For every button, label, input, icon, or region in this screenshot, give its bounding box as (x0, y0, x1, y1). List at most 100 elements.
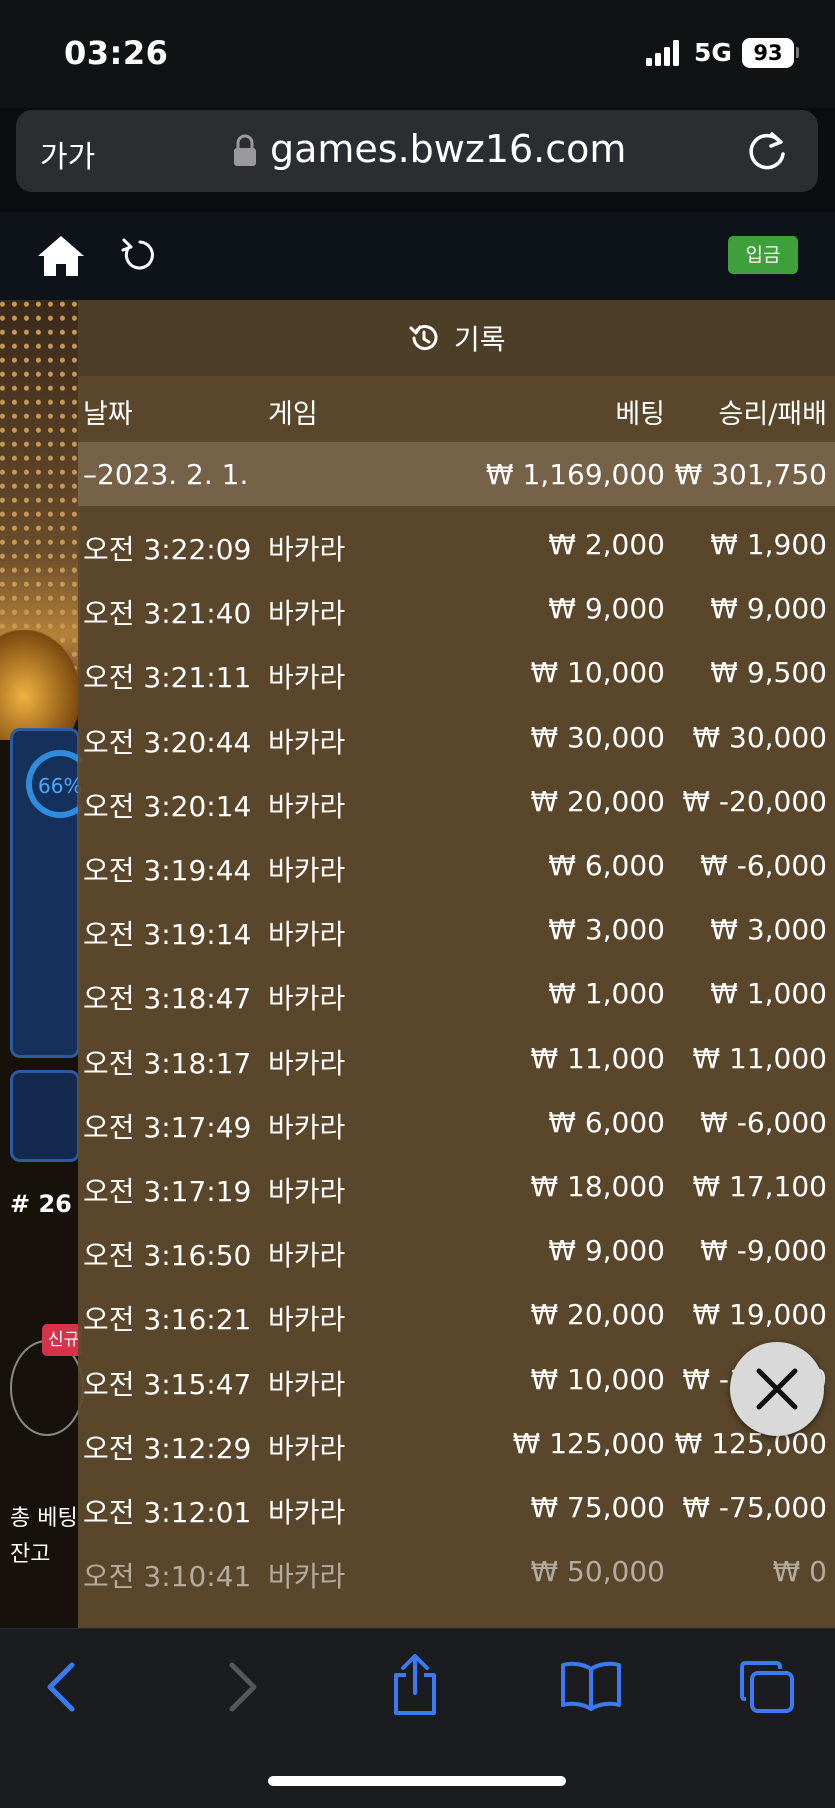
row-game: 바카라 (268, 1046, 346, 1080)
home-icon[interactable] (36, 234, 86, 278)
history-row: 오전 3:17:49 바카라 ₩ 6,000 ₩ -6,000 (78, 1090, 835, 1154)
column-win-loss: 승리/패배 (718, 399, 827, 430)
row-time: 오전 3:18:47 (83, 982, 252, 1016)
text-size-button[interactable]: 가가 (40, 132, 95, 176)
row-bet: ₩ 3,000 (548, 913, 665, 947)
tabs-icon[interactable] (738, 1659, 796, 1715)
history-row: 오전 3:21:11 바카라 ₩ 10,000 ₩ 9,500 (78, 640, 835, 704)
row-win-loss: ₩ 3,000 (710, 913, 827, 947)
row-time: 오전 3:21:11 (83, 661, 252, 695)
row-game: 바카라 (268, 789, 346, 823)
row-game: 바카라 (268, 1110, 346, 1144)
share-icon[interactable] (390, 1653, 440, 1717)
row-bet: ₩ 1,000 (548, 977, 665, 1011)
gold-decoration (0, 630, 80, 740)
row-win-loss: ₩ -20,000 (682, 784, 827, 818)
history-row: 오전 3:18:47 바카라 ₩ 1,000 ₩ 1,000 (78, 961, 835, 1025)
history-icon (409, 325, 438, 351)
row-bet: ₩ 50,000 (530, 1555, 665, 1589)
row-win-loss: ₩ -75,000 (682, 1491, 827, 1524)
close-button[interactable] (730, 1342, 824, 1436)
row-win-loss: ₩ 0 (772, 1555, 827, 1589)
row-game: 바카라 (268, 1239, 346, 1273)
row-bet: ₩ 20,000 (530, 1298, 665, 1332)
battery-icon: 93 (742, 38, 794, 68)
status-time: 03:26 (64, 34, 169, 72)
row-game: 바카라 (268, 597, 346, 631)
history-row: 오전 3:20:14 바카라 ₩ 20,000 ₩ -20,000 (78, 769, 835, 833)
history-column-headers: 날짜 게임 베팅 승리/패배 (78, 388, 835, 436)
summary-date: –2023. 2. 1. (83, 458, 249, 491)
row-game: 바카라 (268, 918, 346, 952)
row-win-loss: ₩ 9,500 (710, 656, 827, 690)
reload-icon[interactable] (744, 128, 790, 174)
history-title: 기록 (454, 323, 506, 356)
summary-bet: ₩ 1,169,000 (485, 458, 665, 491)
date-summary-row[interactable]: –2023. 2. 1. ₩ 1,169,000 ₩ 301,750 (78, 442, 835, 506)
refresh-icon[interactable] (120, 234, 158, 274)
history-row: 오전 3:10:41 바카라 ₩ 50,000 ₩ 0 (78, 1539, 835, 1603)
history-row: 오전 3:20:44 바카라 ₩ 30,000 ₩ 30,000 (78, 705, 835, 769)
deposit-button[interactable]: 입금 (728, 236, 798, 274)
summary-win-loss: ₩ 301,750 (674, 458, 827, 491)
url-text[interactable]: games.bwz16.com (270, 127, 626, 171)
row-win-loss: ₩ 30,000 (692, 720, 827, 754)
history-panel: 기록 날짜 게임 베팅 승리/패배 –2023. 2. 1. ₩ 1,169,0… (78, 300, 835, 1628)
history-row: 오전 3:22:09 바카라 ₩ 2,000 ₩ 1,900 (78, 512, 835, 576)
row-win-loss: ₩ 11,000 (692, 1041, 827, 1075)
history-row: 오전 3:12:29 바카라 ₩ 125,000 ₩ 125,000 (78, 1411, 835, 1475)
bet-panel-secondary[interactable] (10, 1070, 80, 1162)
total-bet-label: 총 베팅 (10, 1506, 78, 1531)
battery-nub (796, 47, 799, 58)
row-time: 오전 3:16:21 (83, 1303, 252, 1337)
bookmarks-icon[interactable] (560, 1659, 622, 1711)
back-icon[interactable] (42, 1659, 82, 1715)
row-bet: ₩ 10,000 (530, 1362, 665, 1396)
row-time: 오전 3:12:01 (83, 1496, 252, 1529)
row-time: 오전 3:20:44 (83, 725, 252, 759)
row-win-loss: ₩ 19,000 (692, 1298, 827, 1332)
signal-icon (646, 40, 680, 66)
row-bet: ₩ 30,000 (530, 720, 665, 754)
row-win-loss: ₩ -6,000 (700, 849, 827, 882)
row-time: 오전 3:20:14 (83, 789, 252, 823)
row-time: 오전 3:16:50 (83, 1239, 252, 1273)
row-time: 오전 3:19:14 (83, 918, 252, 952)
row-time: 오전 3:22:09 (83, 533, 252, 566)
row-bet: ₩ 75,000 (530, 1491, 665, 1524)
history-row: 오전 3:18:17 바카라 ₩ 11,000 ₩ 11,000 (78, 1026, 835, 1090)
history-row: 오전 3:17:19 바카라 ₩ 18,000 ₩ 17,100 (78, 1154, 835, 1218)
row-game: 바카라 (268, 1367, 346, 1401)
row-time: 오전 3:17:49 (83, 1110, 252, 1144)
site-nav-bar: 입금 (0, 212, 835, 300)
row-win-loss: ₩ -6,000 (700, 1105, 827, 1139)
address-bar[interactable]: 가가 games.bwz16.com (16, 110, 818, 192)
column-date: 날짜 (83, 399, 133, 430)
row-time: 오전 3:15:47 (83, 1367, 252, 1401)
row-game: 바카라 (268, 854, 346, 887)
row-bet: ₩ 125,000 (512, 1426, 665, 1460)
row-game: 바카라 (268, 661, 346, 695)
row-game: 바카라 (268, 725, 346, 759)
new-badge: 신규 (42, 1324, 82, 1356)
row-bet: ₩ 6,000 (548, 849, 665, 882)
row-time: 오전 3:10:41 (83, 1560, 252, 1594)
row-game: 바카라 (268, 533, 346, 566)
row-win-loss: ₩ -9,000 (700, 1234, 827, 1268)
forward-icon[interactable] (222, 1659, 262, 1715)
round-number: # 26 (10, 1190, 72, 1218)
row-bet: ₩ 11,000 (530, 1041, 665, 1075)
row-bet: ₩ 9,000 (548, 1234, 665, 1268)
history-row: 오전 3:16:21 바카라 ₩ 20,000 ₩ 19,000 (78, 1282, 835, 1346)
row-time: 오전 3:12:29 (83, 1431, 252, 1465)
column-game: 게임 (268, 399, 318, 430)
row-win-loss: ₩ 9,000 (710, 592, 827, 626)
column-bet: 베팅 (615, 399, 665, 430)
row-time: 오전 3:17:19 (83, 1175, 252, 1208)
history-row: 오전 3:15:47 바카라 ₩ 10,000 ₩ -10,000 (78, 1347, 835, 1411)
row-win-loss: ₩ 125,000 (674, 1426, 827, 1460)
status-bar: 03:26 5G 93 (0, 0, 835, 108)
history-row: 오전 3:16:50 바카라 ₩ 9,000 ₩ -9,000 (78, 1218, 835, 1282)
row-game: 바카라 (268, 1431, 346, 1465)
row-game: 바카라 (268, 1496, 346, 1529)
